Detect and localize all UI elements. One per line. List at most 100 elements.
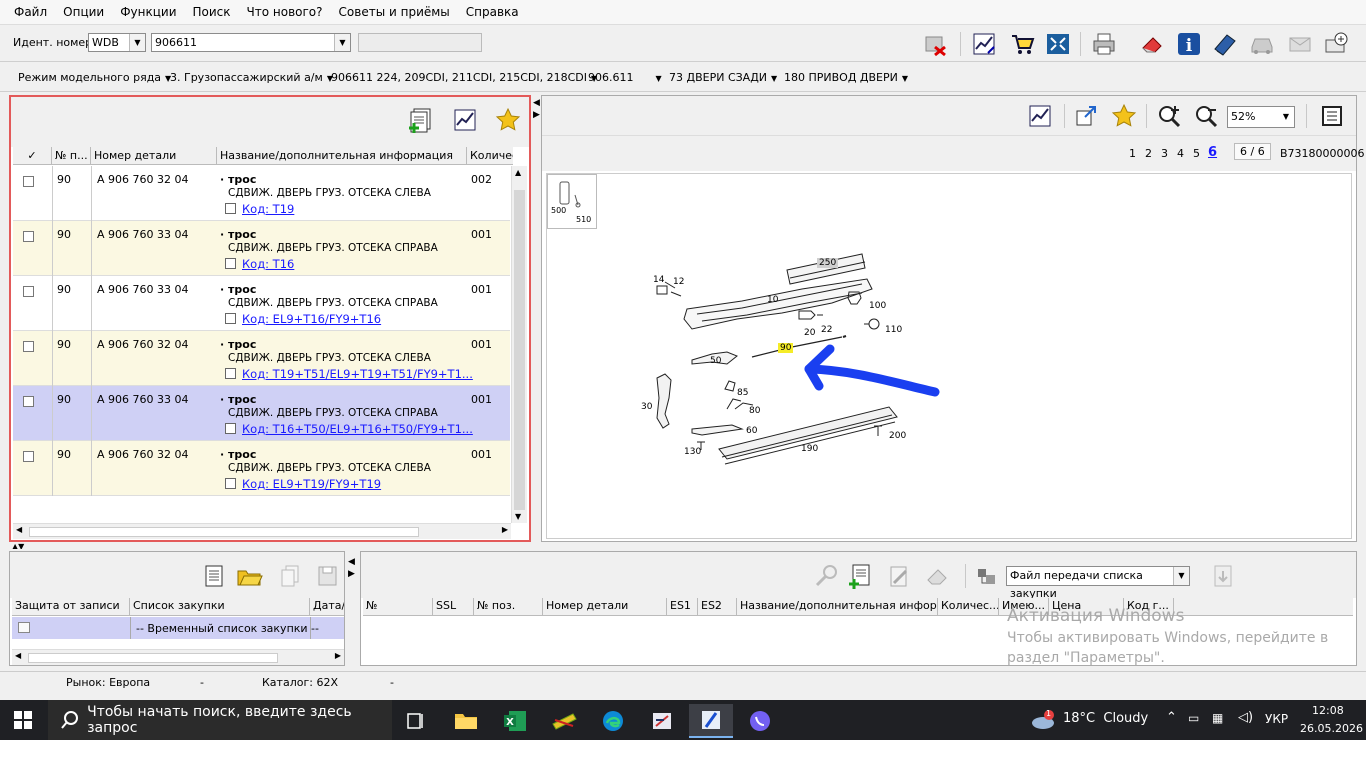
print-icon[interactable] xyxy=(1090,30,1118,58)
viber-icon[interactable] xyxy=(738,704,782,738)
chevron-down-icon[interactable]: ▼ xyxy=(334,34,350,51)
chevron-down-icon[interactable]: ▼ xyxy=(1173,567,1189,585)
ident-prefix-select[interactable]: WDB ▼ xyxy=(88,33,146,52)
shopping-list-row[interactable]: -- Временный список закупки -- xyxy=(12,617,344,639)
page-link-2[interactable]: 2 xyxy=(1145,147,1152,160)
callout-label-12[interactable]: 12 xyxy=(671,277,686,287)
collapse-left-icon[interactable]: ◀ xyxy=(348,557,355,567)
col-es2[interactable]: ES2 xyxy=(698,598,737,615)
drawing-app-icon[interactable] xyxy=(640,704,684,738)
table-row[interactable]: 90 A 906 760 32 04 · трос СДВИЖ. ДВЕРЬ ГРУЗ… xyxy=(13,331,510,386)
row-checkbox[interactable] xyxy=(23,396,34,407)
task-view-icon[interactable] xyxy=(394,704,438,738)
callout-label-110[interactable]: 110 xyxy=(883,325,904,335)
menu-tips[interactable]: Советы и приёмы xyxy=(339,5,450,19)
callout-label-50[interactable]: 50 xyxy=(708,356,723,366)
callout-label-60[interactable]: 60 xyxy=(744,426,759,436)
network-icon[interactable]: ▭ xyxy=(1188,711,1199,725)
chart-edit-icon[interactable] xyxy=(1026,102,1054,130)
callout-label-10[interactable]: 10 xyxy=(765,295,780,305)
table-row[interactable]: 90 A 906 760 33 04 · трос СДВИЖ. ДВЕРЬ ГРУЗ… xyxy=(13,276,510,331)
row-checkbox[interactable] xyxy=(23,286,34,297)
parts-vertical-scrollbar[interactable]: ▲ ▼ xyxy=(511,166,527,523)
col-part-number[interactable]: Номер детали xyxy=(91,147,217,165)
callout-label-100[interactable]: 100 xyxy=(867,301,888,311)
favorite-star-icon[interactable] xyxy=(1110,102,1138,130)
zoom-in-icon[interactable] xyxy=(1156,102,1184,130)
callout-label-250[interactable]: 250 xyxy=(817,258,839,268)
col-date[interactable]: Дата/ xyxy=(310,598,344,615)
row-checkbox[interactable] xyxy=(23,451,34,462)
row-code-link[interactable]: Код: T19+T51/EL9+T19+T51/FY9+T1... xyxy=(225,367,473,381)
col-name[interactable]: Название/дополнительная информация xyxy=(217,147,467,165)
edge-icon[interactable] xyxy=(591,704,635,738)
collapse-left-icon[interactable]: ◀ xyxy=(533,98,540,108)
add-to-list-icon[interactable] xyxy=(407,106,435,134)
row-checkbox[interactable] xyxy=(23,341,34,352)
clock-date[interactable]: 26.05.2026 xyxy=(1300,722,1363,735)
weather-icon[interactable]: 1 xyxy=(1030,709,1056,733)
page-link-5[interactable]: 5 xyxy=(1193,147,1200,160)
taskbar-search-box[interactable]: Чтобы начать поиск, введите здесь запрос xyxy=(48,700,392,740)
menu-functions[interactable]: Функции xyxy=(120,5,176,19)
collapse-right-icon[interactable]: ▶ xyxy=(533,110,540,120)
favorite-star-icon[interactable] xyxy=(494,106,522,134)
row-code-link[interactable]: Код: T19 xyxy=(225,202,294,216)
col-write-protect[interactable]: Защита от записи xyxy=(12,598,130,615)
col-position[interactable]: № п... xyxy=(52,147,91,165)
callout-label-22[interactable]: 22 xyxy=(819,325,834,335)
meet-icon[interactable]: ▦ xyxy=(1212,711,1223,725)
row-code-link[interactable]: Код: T16 xyxy=(225,257,294,271)
callout-label-90[interactable]: 90 xyxy=(778,343,794,353)
page-link-3[interactable]: 3 xyxy=(1161,147,1168,160)
open-folder-icon[interactable] xyxy=(236,562,264,590)
chevron-down-icon[interactable]: ▼ xyxy=(129,34,145,51)
col-quantity[interactable]: Количес xyxy=(467,147,513,165)
send-mail-icon[interactable] xyxy=(1322,30,1350,58)
ident-number-input[interactable]: 906611 ▼ xyxy=(151,33,351,52)
menu-help[interactable]: Справка xyxy=(466,5,519,19)
clock-time[interactable]: 12:08 xyxy=(1312,704,1344,717)
menu-options[interactable]: Опции xyxy=(63,5,104,19)
table-row[interactable]: 90 A 906 760 32 04 · трос СДВИЖ. ДВЕРЬ ГРУЗ… xyxy=(13,166,510,221)
excel-icon[interactable]: X xyxy=(493,704,537,738)
shopping-list-scrollbar[interactable]: ◀ ▶ xyxy=(12,649,344,665)
chevron-down-icon[interactable]: ▼ xyxy=(1278,107,1294,127)
col-number[interactable]: № xyxy=(363,598,433,615)
col-position[interactable]: № поз. xyxy=(474,598,543,615)
keyboard-language[interactable]: УКР xyxy=(1265,712,1288,726)
cart-icon[interactable] xyxy=(1008,30,1036,58)
breadcrumb-model-class[interactable]: 3. Грузопассажирский а/м ▼ xyxy=(170,71,333,84)
page-link-current[interactable]: 6 xyxy=(1208,145,1217,160)
col-name[interactable]: Название/дополнительная информ... xyxy=(737,598,938,615)
eraser-icon[interactable] xyxy=(1138,30,1166,58)
new-list-icon[interactable] xyxy=(200,562,228,590)
epc-app-icon[interactable] xyxy=(542,704,586,738)
col-quantity[interactable]: Количес... xyxy=(938,598,999,615)
chart-edit-icon[interactable] xyxy=(451,106,479,134)
callout-label-130[interactable]: 130 xyxy=(682,447,703,457)
chart-edit-icon[interactable] xyxy=(970,30,998,58)
zoom-area-icon[interactable] xyxy=(1072,102,1100,130)
zoom-select[interactable]: 52% ▼ xyxy=(1227,106,1295,128)
callout-label-14[interactable]: 14 xyxy=(651,275,666,285)
weather-text[interactable]: 18°C Cloudy xyxy=(1063,711,1148,726)
row-code-link[interactable]: Код: EL9+T16/FY9+T16 xyxy=(225,312,381,326)
collapse-right-icon[interactable]: ▶ xyxy=(348,569,355,579)
breadcrumb-model-number[interactable]: 906611 224, 209CDI, 211CDI, 215CDI, 218C… xyxy=(331,71,597,84)
row-checkbox[interactable] xyxy=(23,176,34,187)
windows-start-icon[interactable] xyxy=(14,711,32,732)
col-checked[interactable]: ✓ xyxy=(13,147,52,165)
fullscreen-icon[interactable] xyxy=(1044,30,1072,58)
add-to-list-icon[interactable] xyxy=(847,562,875,590)
col-es1[interactable]: ES1 xyxy=(667,598,698,615)
row-code-link[interactable]: Код: T16+T50/EL9+T16+T50/FY9+T1... xyxy=(225,422,473,436)
callout-label-20[interactable]: 20 xyxy=(802,328,817,338)
page-link-1[interactable]: 1 xyxy=(1129,147,1136,160)
col-shopping-list[interactable]: Список закупки xyxy=(130,598,310,615)
info-icon[interactable]: i xyxy=(1175,30,1203,58)
col-part-number[interactable]: Номер детали xyxy=(543,598,667,615)
list-view-icon[interactable] xyxy=(1318,102,1346,130)
delete-vehicle-icon[interactable] xyxy=(922,30,950,58)
breadcrumb-model-mode[interactable]: Режим модельного ряда ▼ xyxy=(18,71,171,84)
